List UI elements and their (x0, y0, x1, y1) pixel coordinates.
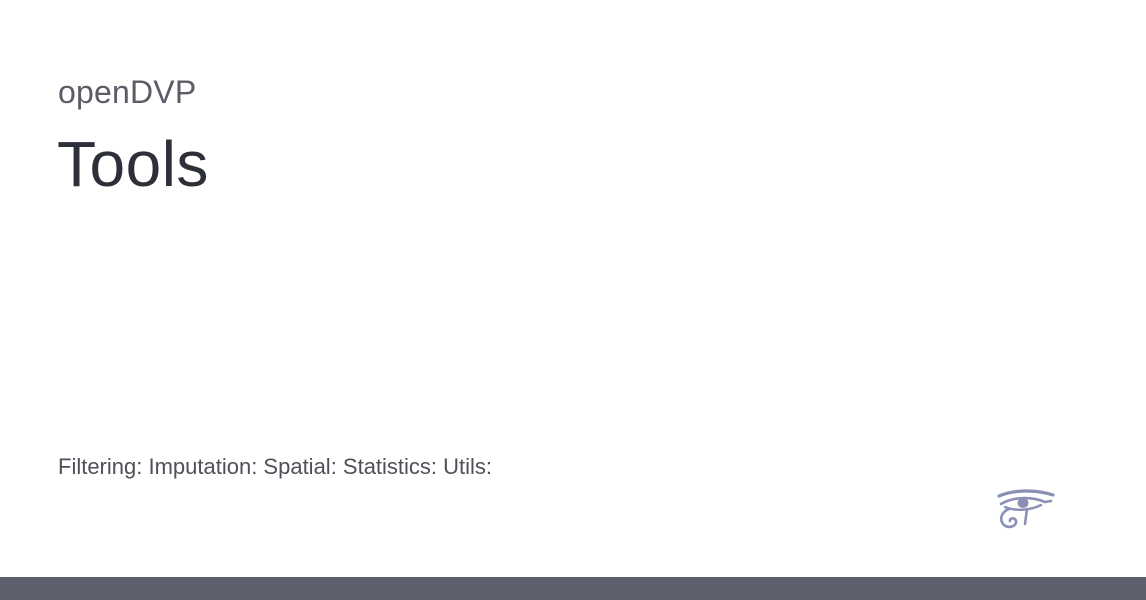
page-title: Tools (57, 128, 209, 200)
site-name: openDVP (58, 74, 197, 110)
eye-of-horus-icon (995, 486, 1057, 534)
footer-bar (0, 577, 1146, 600)
social-card: openDVP Tools Filtering: Imputation: Spa… (0, 0, 1146, 600)
page-description: Filtering: Imputation: Spatial: Statisti… (58, 454, 493, 479)
